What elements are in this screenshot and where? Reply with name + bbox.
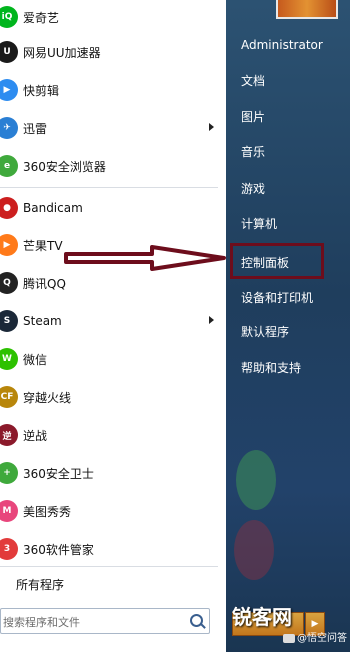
right-item-devices-printers[interactable]: 设备和打印机	[241, 289, 313, 306]
program-item[interactable]: iQ 爱奇艺	[0, 0, 226, 36]
background-decoration	[236, 450, 276, 510]
bandicam-icon: ●	[0, 197, 18, 219]
search-box[interactable]: 搜索程序和文件	[0, 608, 210, 634]
kuaijianji-icon: ▶	[0, 79, 18, 101]
360-software-icon: 3	[0, 538, 18, 560]
program-label: 芒果TV	[23, 238, 63, 253]
mangotv-icon: ▶	[0, 234, 18, 256]
360-security-icon: +	[0, 462, 18, 484]
program-label: 逆战	[23, 428, 48, 443]
qq-icon: Q	[0, 272, 18, 294]
program-label: 爱奇艺	[23, 10, 60, 25]
all-programs-divider	[0, 566, 218, 567]
program-label: 腾讯QQ	[23, 276, 66, 291]
background-decoration	[234, 520, 274, 580]
program-item[interactable]: CF 穿越火线	[0, 378, 226, 416]
program-item[interactable]: U 网易UU加速器	[0, 33, 226, 71]
program-label: 360软件管家	[23, 542, 94, 557]
program-item[interactable]: ▶ 快剪辑	[0, 71, 226, 109]
user-picture[interactable]	[276, 0, 338, 19]
program-label: 穿越火线	[23, 390, 72, 405]
program-item[interactable]: ● Bandicam	[0, 189, 226, 227]
program-item[interactable]: 逆逆战	[0, 416, 226, 454]
right-item-pictures[interactable]: 图片	[241, 108, 265, 125]
program-label: Bandicam	[23, 201, 83, 215]
wechat-icon: W	[0, 348, 18, 370]
program-item[interactable]: S Steam	[0, 302, 226, 340]
search-icon[interactable]	[190, 614, 203, 627]
watermark-title: 锐客网	[232, 605, 292, 629]
all-programs-button[interactable]: 所有程序	[16, 576, 64, 593]
program-list-divider	[0, 187, 218, 188]
crossfire-icon: CF	[0, 386, 18, 408]
right-item-documents[interactable]: 文档	[241, 72, 265, 89]
program-label: 360安全浏览器	[23, 159, 106, 174]
right-item-administrator[interactable]: Administrator	[241, 38, 323, 52]
program-label: 360安全卫士	[23, 466, 94, 481]
program-item[interactable]: W 微信	[0, 340, 226, 378]
camera-icon	[283, 633, 295, 643]
right-item-computer[interactable]: 计算机	[241, 215, 277, 232]
program-label: 快剪辑	[23, 83, 60, 98]
program-item[interactable]: M 美图秀秀	[0, 492, 226, 530]
program-label: 网易UU加速器	[23, 45, 101, 60]
program-label: 美图秀秀	[23, 504, 72, 519]
right-item-help-support[interactable]: 帮助和支持	[241, 359, 301, 376]
annotation-arrow-icon	[64, 245, 226, 271]
right-item-default-programs[interactable]: 默认程序	[241, 323, 289, 340]
xunlei-icon: ✈	[0, 117, 18, 139]
program-label: 微信	[23, 352, 48, 367]
program-label: 迅雷	[23, 121, 48, 136]
program-item[interactable]: +360安全卫士	[0, 454, 226, 492]
submenu-arrow-icon	[209, 316, 214, 324]
search-placeholder: 搜索程序和文件	[3, 616, 80, 629]
right-item-games[interactable]: 游戏	[241, 180, 265, 197]
iqiyi-icon: iQ	[0, 6, 18, 28]
right-item-music[interactable]: 音乐	[241, 143, 265, 160]
meitu-icon: M	[0, 500, 18, 522]
nizhan-icon: 逆	[0, 424, 18, 446]
program-item[interactable]: 3 360软件管家	[0, 530, 226, 568]
watermark-subtitle: @悟空问答	[283, 629, 347, 644]
360-browser-icon: e	[0, 155, 18, 177]
program-item[interactable]: e 360安全浏览器	[0, 147, 226, 185]
steam-icon: S	[0, 310, 18, 332]
program-label: Steam	[23, 314, 62, 328]
submenu-arrow-icon	[209, 123, 214, 131]
program-item[interactable]: ✈ 迅雷	[0, 109, 226, 147]
control-panel-highlight-box	[230, 243, 324, 279]
uu-accelerator-icon: U	[0, 41, 18, 63]
